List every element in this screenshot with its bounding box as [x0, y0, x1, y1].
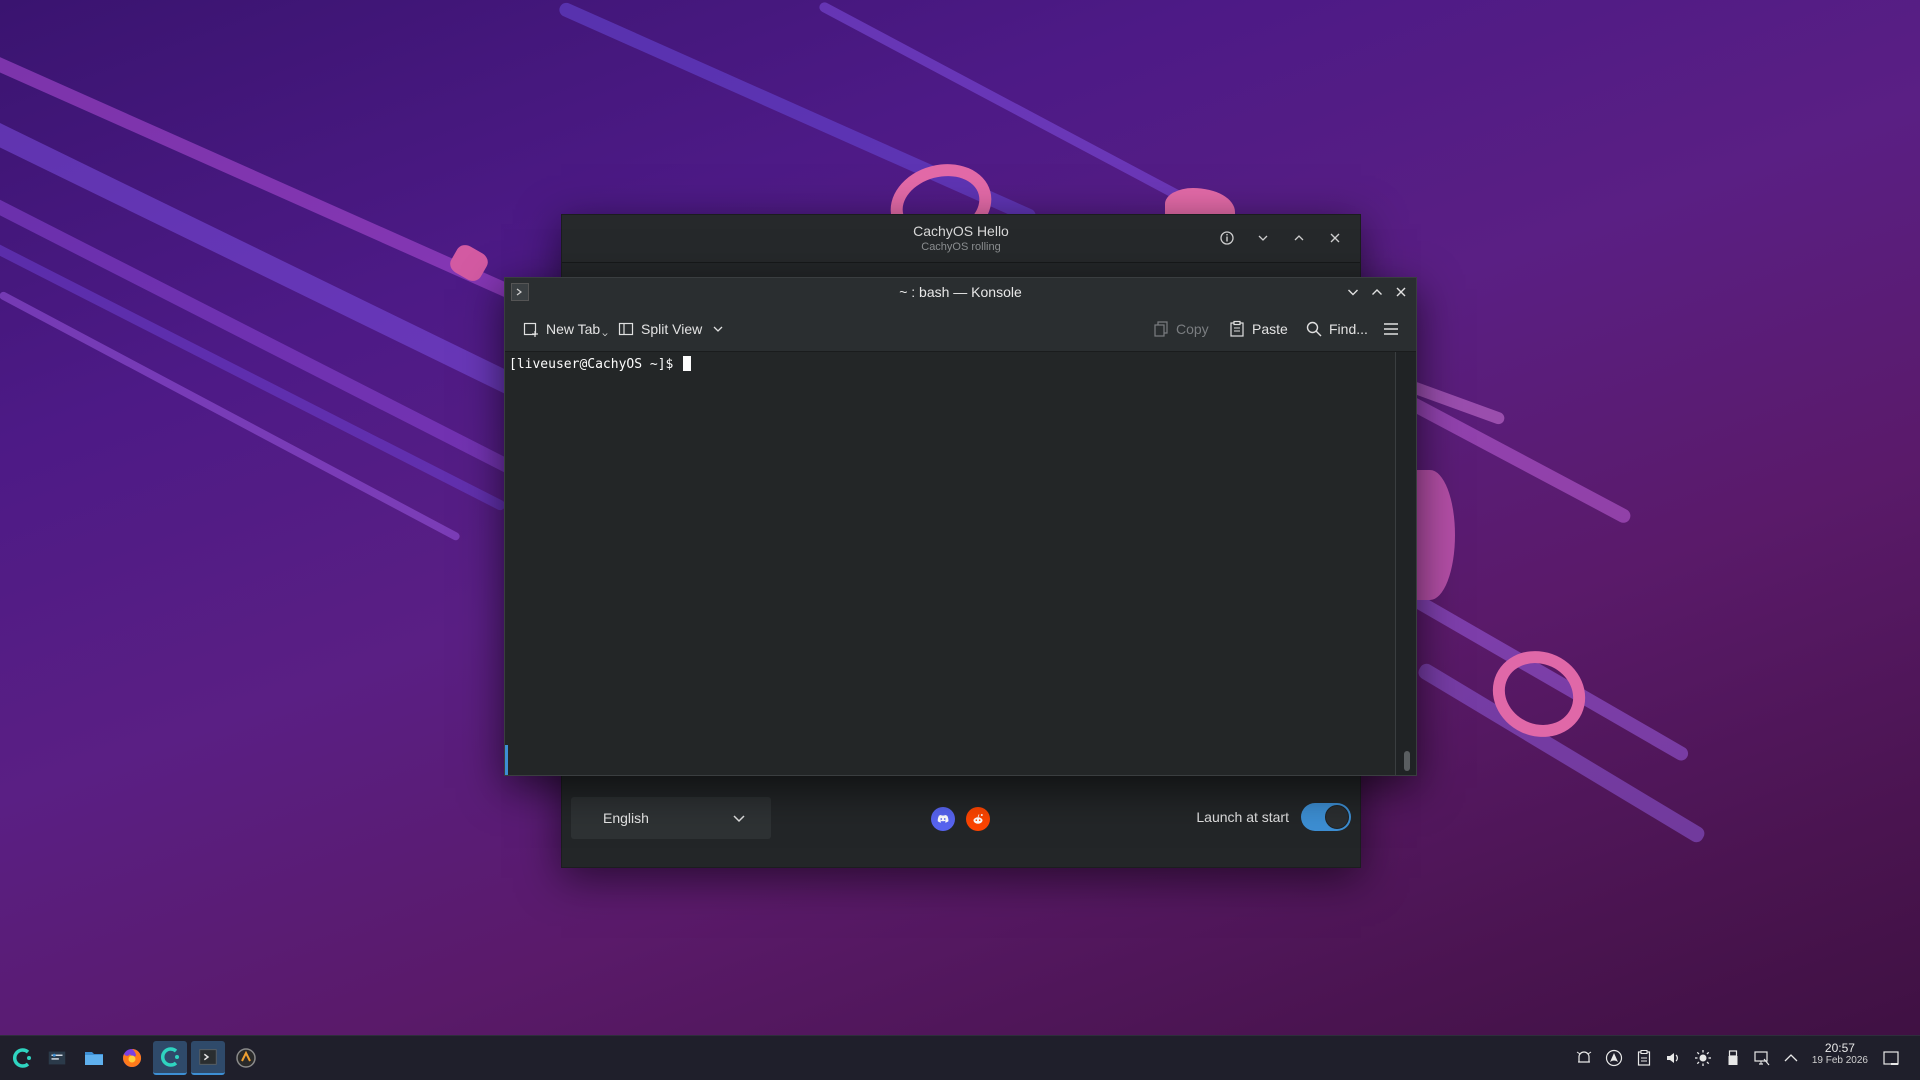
- konsole-window: ~ : bash — Konsole New Tab Split View Co…: [504, 277, 1417, 776]
- installer-icon[interactable]: [229, 1041, 263, 1075]
- cachyos-hello-icon[interactable]: [153, 1041, 187, 1075]
- paste-button[interactable]: Paste: [1228, 318, 1288, 340]
- maximize-icon[interactable]: [1286, 225, 1312, 251]
- brightness-icon[interactable]: [1692, 1047, 1714, 1069]
- chevron-down-icon: [733, 815, 745, 823]
- new-tab-icon: [523, 322, 538, 337]
- taskbar: 20:57 19 Feb 2026: [0, 1035, 1920, 1080]
- notifications-icon[interactable]: [1573, 1047, 1595, 1069]
- paste-label: Paste: [1252, 321, 1288, 337]
- arch-update-icon[interactable]: [1603, 1047, 1625, 1069]
- firefox-icon[interactable]: [115, 1041, 149, 1075]
- new-tab-button[interactable]: New Tab: [522, 318, 608, 340]
- konsole-icon[interactable]: [191, 1041, 225, 1075]
- konsole-titlebar[interactable]: ~ : bash — Konsole: [505, 278, 1416, 306]
- usb-icon[interactable]: [1722, 1047, 1744, 1069]
- split-view-icon: [618, 322, 634, 336]
- terminal-prompt: [liveuser@CachyOS ~]$: [509, 357, 682, 372]
- toggle-knob: [1325, 805, 1349, 829]
- language-select-value: English: [603, 810, 649, 826]
- hello-footer: English Launch at start: [562, 787, 1360, 867]
- reddit-icon[interactable]: [966, 807, 990, 831]
- tray-expand-icon[interactable]: [1780, 1047, 1802, 1069]
- clipboard-icon[interactable]: [1633, 1047, 1655, 1069]
- minimize-icon[interactable]: [1250, 225, 1276, 251]
- maximize-icon[interactable]: [1366, 281, 1388, 303]
- split-view-button[interactable]: Split View: [617, 318, 724, 340]
- konsole-window-title: ~ : bash — Konsole: [899, 284, 1022, 300]
- file-manager-icon[interactable]: [77, 1041, 111, 1075]
- find-label: Find...: [1329, 321, 1368, 337]
- copy-label: Copy: [1176, 321, 1209, 337]
- clock-date: 19 Feb 2026: [1811, 1055, 1868, 1066]
- cachyos-launcher-icon[interactable]: [5, 1041, 39, 1075]
- launch-at-start-toggle[interactable]: [1301, 803, 1351, 831]
- terminal-area[interactable]: [liveuser@CachyOS ~]$: [505, 352, 1396, 775]
- find-button[interactable]: Find...: [1305, 318, 1368, 340]
- copy-button[interactable]: Copy: [1152, 318, 1209, 340]
- search-icon: [1306, 321, 1322, 337]
- wallpaper-streak: [817, 0, 1194, 207]
- hamburger-menu-icon: [1384, 323, 1398, 335]
- minimize-icon[interactable]: [1342, 281, 1364, 303]
- network-icon[interactable]: [1751, 1047, 1773, 1069]
- clock-time: 20:57: [1824, 1041, 1855, 1055]
- launch-at-start-label: Launch at start: [1196, 809, 1289, 825]
- terminal-scrollbar[interactable]: [1395, 352, 1416, 775]
- hamburger-menu-button[interactable]: [1382, 318, 1400, 340]
- language-select[interactable]: English: [571, 797, 771, 839]
- volume-icon[interactable]: [1662, 1047, 1684, 1069]
- copy-icon: [1154, 321, 1168, 337]
- about-icon[interactable]: [1214, 225, 1240, 251]
- wallpaper-streak: [0, 230, 507, 512]
- discord-icon[interactable]: [931, 807, 955, 831]
- chevron-down-icon: [602, 333, 608, 337]
- chevron-down-icon: [713, 326, 723, 332]
- konsole-toolbar: New Tab Split View Copy Paste Find...: [505, 306, 1416, 352]
- new-tab-label: New Tab: [546, 321, 601, 337]
- hello-titlebar[interactable]: CachyOS Hello CachyOS rolling: [562, 215, 1360, 263]
- show-desktop-icon[interactable]: [1880, 1047, 1902, 1069]
- scrollbar-thumb[interactable]: [1404, 751, 1410, 771]
- paste-icon: [1230, 320, 1244, 337]
- terminal-cursor: [683, 356, 692, 371]
- split-view-label: Split View: [641, 321, 703, 337]
- close-icon[interactable]: [1322, 225, 1348, 251]
- system-settings-icon[interactable]: [40, 1041, 74, 1075]
- close-icon[interactable]: [1390, 281, 1412, 303]
- terminal-focus-marker: [505, 745, 508, 775]
- terminal-prompt-line: [liveuser@CachyOS ~]$: [509, 356, 692, 372]
- clock[interactable]: 20:57 19 Feb 2026: [1812, 1041, 1868, 1066]
